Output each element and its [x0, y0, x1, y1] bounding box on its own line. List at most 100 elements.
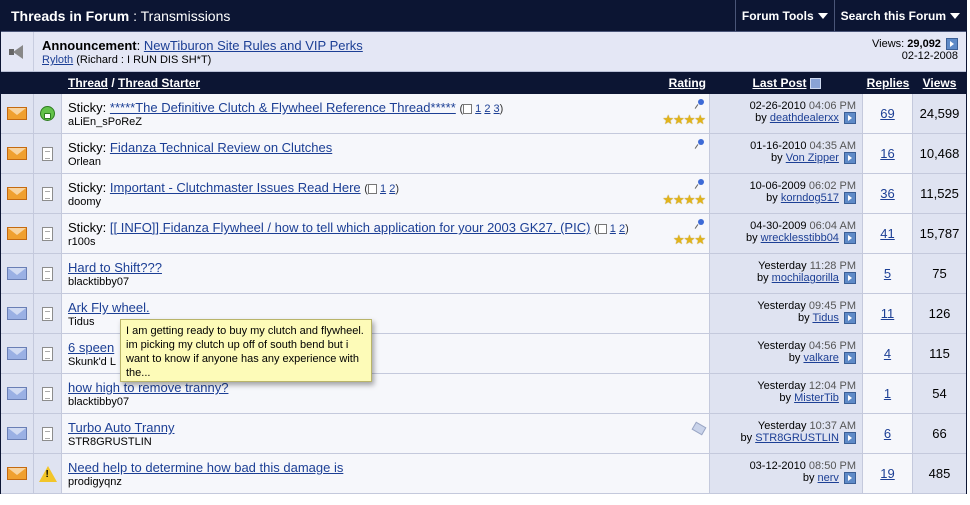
page-link[interactable]: 3 [494, 103, 500, 115]
thread-preview-tooltip: I am getting ready to buy my clutch and … [120, 319, 372, 382]
sort-by-replies-link[interactable]: Replies [867, 76, 910, 90]
last-post-author-line: by Tidus [710, 312, 856, 325]
go-to-last-post-icon[interactable] [844, 392, 856, 405]
replies-link[interactable]: 11 [881, 306, 895, 321]
thread-title-link[interactable]: Turbo Auto Tranny [68, 420, 174, 435]
replies-cell: 19 [863, 454, 913, 493]
page-link[interactable]: 2 [619, 223, 625, 235]
replies-cell: 16 [863, 134, 913, 173]
views-cell: 75 [913, 254, 966, 293]
thread-title-line: Sticky: Fidanza Technical Review on Clut… [68, 140, 709, 155]
go-to-last-post-icon[interactable] [844, 312, 856, 325]
last-post-user-link[interactable]: Von Zipper [786, 152, 839, 164]
last-post-date: Yesterday [757, 420, 807, 432]
thread-title-link[interactable]: Need help to determine how bad this dama… [68, 460, 343, 475]
col-last-post: Last Post [710, 72, 863, 94]
thread-icon-cell [34, 294, 62, 333]
thread-title-link[interactable]: [[ INFO]] Fidanza Flywheel / how to tell… [110, 220, 591, 235]
replies-link[interactable]: 1 [884, 386, 891, 401]
thread-title-link[interactable]: how high to remove tranny? [68, 380, 228, 395]
last-post-date: 02-26-2010 [749, 100, 806, 112]
by-label: by [779, 392, 792, 404]
views-cell: 115 [913, 334, 966, 373]
replies-link[interactable]: 5 [884, 266, 891, 281]
new-posts-icon [7, 347, 27, 360]
thread-title-line: how high to remove tranny? [68, 380, 709, 395]
last-post-cell: 03-12-2010 08:50 PM by nerv [710, 454, 863, 493]
last-post-cell: Yesterday 11:28 PM by mochilagorilla [710, 254, 863, 293]
replies-link[interactable]: 19 [880, 466, 894, 481]
last-post-user-link[interactable]: valkare [803, 352, 838, 364]
replies-link[interactable]: 41 [880, 226, 894, 241]
last-post-user-link[interactable]: mochilagorilla [772, 272, 839, 284]
sort-by-views-link[interactable]: Views [923, 76, 957, 90]
go-to-last-post-icon[interactable] [844, 472, 856, 485]
page-link[interactable]: 1 [475, 103, 481, 115]
go-to-last-post-icon[interactable] [844, 192, 856, 205]
replies-link[interactable]: 69 [880, 106, 894, 121]
table-row: Sticky: Fidanza Technical Review on Clut… [1, 134, 966, 174]
go-to-post-icon[interactable] [946, 38, 958, 51]
sort-desc-icon[interactable] [809, 77, 821, 89]
thread-title-link[interactable]: 6 speen [68, 340, 114, 355]
views-count: 115 [929, 346, 950, 361]
announcement-link[interactable]: NewTiburon Site Rules and VIP Perks [144, 38, 363, 53]
sort-by-rating-link[interactable]: Rating [669, 76, 706, 90]
document-icon [42, 226, 53, 241]
hot-thread-icon [7, 107, 27, 120]
rating-stars: ★★★★ [662, 192, 706, 207]
status-cell [1, 214, 34, 253]
forum-tools-menu[interactable]: Forum Tools [734, 0, 834, 31]
last-post-cell: 10-06-2009 06:02 PM by korndog517 [710, 174, 863, 213]
sort-by-last-post-link[interactable]: Last Post [752, 76, 806, 90]
go-to-last-post-icon[interactable] [844, 152, 856, 165]
thread-title-link[interactable]: *****The Definitive Clutch & Flywheel Re… [110, 100, 456, 115]
replies-link[interactable]: 16 [880, 146, 894, 161]
go-to-last-post-icon[interactable] [844, 232, 856, 245]
page-link[interactable]: 1 [380, 183, 386, 195]
go-to-last-post-icon[interactable] [844, 352, 856, 365]
thread-title-link[interactable]: Ark Fly wheel. [68, 300, 150, 315]
last-post-cell: 02-26-2010 04:06 PM by deathdealerxx [710, 94, 863, 133]
go-to-last-post-icon[interactable] [844, 272, 856, 285]
thread-icon-cell [34, 334, 62, 373]
last-post-author-line: by Von Zipper [710, 152, 856, 165]
last-post-author-line: by nerv [710, 472, 856, 485]
last-post-user-link[interactable]: korndog517 [781, 192, 839, 204]
col-separator: / [111, 76, 115, 90]
col-status [1, 72, 34, 94]
thread-title-link[interactable]: Hard to Shift??? [68, 260, 162, 275]
announcement-stats: Views: 29,092 02-12-2008 [872, 32, 966, 71]
new-posts-icon [7, 427, 27, 440]
table-row: ! Need help to determine how bad this dam… [1, 454, 966, 494]
last-post-user-link[interactable]: deathdealerxx [770, 112, 839, 124]
last-post-user-link[interactable]: nerv [818, 472, 839, 484]
rating-cell: ★★★ [673, 218, 706, 248]
replies-link[interactable]: 4 [884, 346, 891, 361]
hot-thread-icon [7, 467, 27, 480]
table-row: Sticky: *****The Definitive Clutch & Fly… [1, 94, 966, 134]
replies-link[interactable]: 6 [884, 426, 891, 441]
last-post-user-link[interactable]: wrecklesstibb04 [761, 232, 839, 244]
last-post-user-link[interactable]: STR8GRUSTLIN [755, 432, 839, 444]
sort-by-thread-link[interactable]: Thread [68, 76, 108, 90]
replies-link[interactable]: 36 [880, 186, 894, 201]
go-to-last-post-icon[interactable] [844, 112, 856, 125]
page-link[interactable]: 2 [389, 183, 395, 195]
search-forum-menu[interactable]: Search this Forum [833, 0, 966, 31]
replies-cell: 1 [863, 374, 913, 413]
thread-cell: Sticky: [[ INFO]] Fidanza Flywheel / how… [62, 214, 710, 253]
announcement-title-line: Announcement: NewTiburon Site Rules and … [42, 38, 363, 53]
thread-title-link[interactable]: Important - Clutchmaster Issues Read Her… [110, 180, 361, 195]
go-to-last-post-icon[interactable] [844, 432, 856, 445]
page-link[interactable]: 2 [484, 103, 490, 115]
announcement-author-title: (Richard : I RUN DIS SH*T) [76, 54, 212, 66]
thread-starter: blacktibby07 [68, 396, 130, 408]
by-label: by [771, 152, 783, 164]
sort-by-starter-link[interactable]: Thread Starter [118, 76, 200, 90]
thread-title-link[interactable]: Fidanza Technical Review on Clutches [110, 140, 332, 155]
last-post-user-link[interactable]: Tidus [812, 312, 839, 324]
last-post-user-link[interactable]: MisterTib [794, 392, 839, 404]
page-link[interactable]: 1 [610, 223, 616, 235]
announcement-author-link[interactable]: Ryloth [42, 54, 73, 66]
